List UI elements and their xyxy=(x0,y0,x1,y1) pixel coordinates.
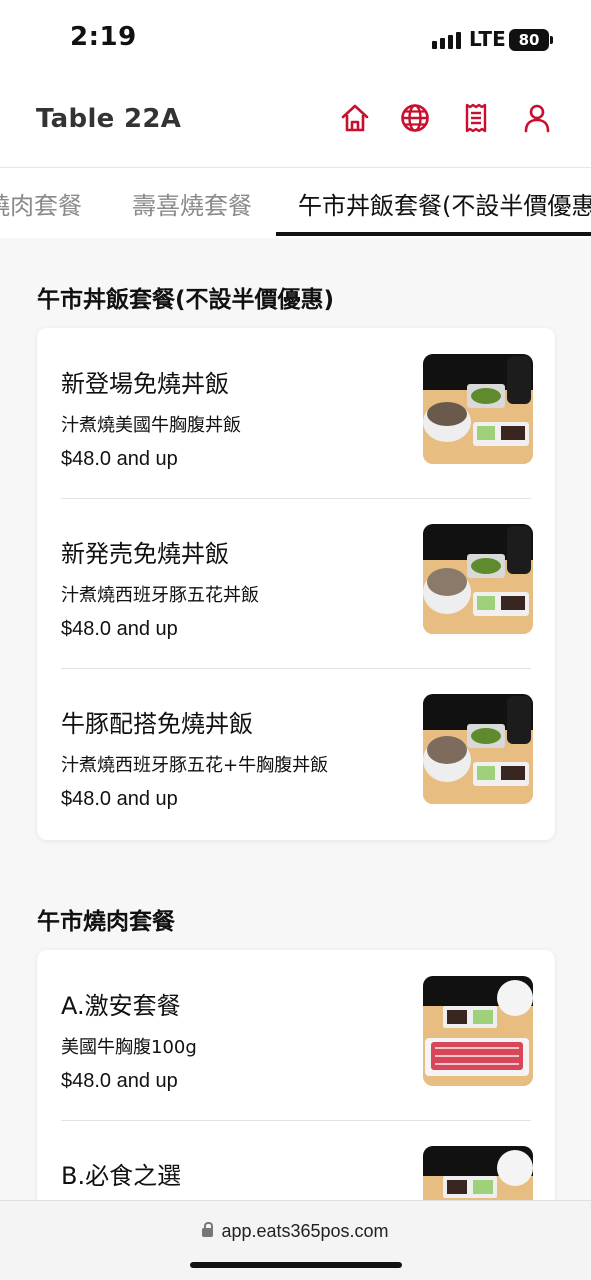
menu-item[interactable]: 新発売免燒丼飯 汁煮燒西班牙豚五花丼飯 $48.0 and up xyxy=(37,498,555,668)
item-price: $48.0 and up xyxy=(61,448,178,470)
category-tabs: 燒肉套餐 壽喜燒套餐 午市丼飯套餐(不設半價優惠 xyxy=(0,168,591,238)
app-header: Table 22A xyxy=(0,80,591,168)
rice-bowl-photo xyxy=(423,354,533,464)
globe-icon[interactable] xyxy=(399,102,431,134)
yakiniku-set-photo xyxy=(423,976,533,1086)
item-price: $48.0 and up xyxy=(61,788,178,810)
item-name: A.激安套餐 xyxy=(61,992,181,1020)
item-description: 汁煮燒西班牙豚五花丼飯 xyxy=(61,585,259,606)
menu-item[interactable]: 新登場免燒丼飯 汁煮燒美國牛胸腹丼飯 $48.0 and up xyxy=(37,328,555,498)
item-name: 新発売免燒丼飯 xyxy=(61,540,229,568)
rice-bowl-photo xyxy=(423,524,533,634)
menu-item[interactable]: 牛豚配搭免燒丼飯 汁煮燒西班牙豚五花+牛胸腹丼飯 $48.0 and up xyxy=(37,668,555,838)
home-indicator[interactable] xyxy=(190,1262,402,1268)
section-title: 午市丼飯套餐(不設半價優惠) xyxy=(37,287,335,313)
item-price: $48.0 and up xyxy=(61,618,178,640)
item-price: $48.0 and up xyxy=(61,1070,178,1092)
tab-lunch-rice-bowl-set[interactable]: 午市丼飯套餐(不設半價優惠 xyxy=(298,186,591,221)
url-text: app.eats365pos.com xyxy=(221,1221,389,1241)
menu-card: A.激安套餐 美國牛胸腹100g $48.0 and up B.必食之選 xyxy=(37,950,555,1200)
item-description: 汁煮燒西班牙豚五花+牛胸腹丼飯 xyxy=(61,755,329,776)
active-tab-indicator xyxy=(276,232,591,236)
menu-content: 午市丼飯套餐(不設半價優惠) 新登場免燒丼飯 汁煮燒美國牛胸腹丼飯 $48.0 … xyxy=(0,238,591,1200)
table-title: Table 22A xyxy=(36,104,182,134)
item-name: 新登場免燒丼飯 xyxy=(61,370,229,398)
item-name: B.必食之選 xyxy=(61,1162,182,1190)
rice-bowl-photo xyxy=(423,694,533,804)
section-title: 午市燒肉套餐 xyxy=(37,909,175,935)
item-name: 牛豚配搭免燒丼飯 xyxy=(61,710,253,738)
home-icon[interactable] xyxy=(339,102,371,134)
item-description: 汁煮燒美國牛胸腹丼飯 xyxy=(61,415,241,436)
status-time: 2:19 xyxy=(70,22,137,52)
menu-card: 新登場免燒丼飯 汁煮燒美國牛胸腹丼飯 $48.0 and up 新発売免燒丼飯 … xyxy=(37,328,555,840)
receipt-icon[interactable] xyxy=(460,102,492,134)
menu-item[interactable]: B.必食之選 xyxy=(37,1120,555,1200)
yakiniku-set-photo xyxy=(423,1146,533,1200)
lock-icon xyxy=(202,1222,214,1237)
tab-sukiyaki-set[interactable]: 壽喜燒套餐 xyxy=(132,186,252,221)
url-field[interactable]: app.eats365pos.com xyxy=(0,1221,591,1242)
user-icon[interactable] xyxy=(521,102,553,134)
status-bar: 2:19 LTE 80 xyxy=(0,0,591,80)
menu-item[interactable]: A.激安套餐 美國牛胸腹100g $48.0 and up xyxy=(37,950,555,1120)
signal-icon xyxy=(432,32,461,49)
tab-yakiniku-set[interactable]: 燒肉套餐 xyxy=(0,186,82,221)
network-label: LTE xyxy=(469,27,506,51)
browser-url-bar[interactable]: app.eats365pos.com xyxy=(0,1200,591,1280)
item-description: 美國牛胸腹100g xyxy=(61,1037,197,1058)
battery-icon: 80 xyxy=(509,29,553,51)
